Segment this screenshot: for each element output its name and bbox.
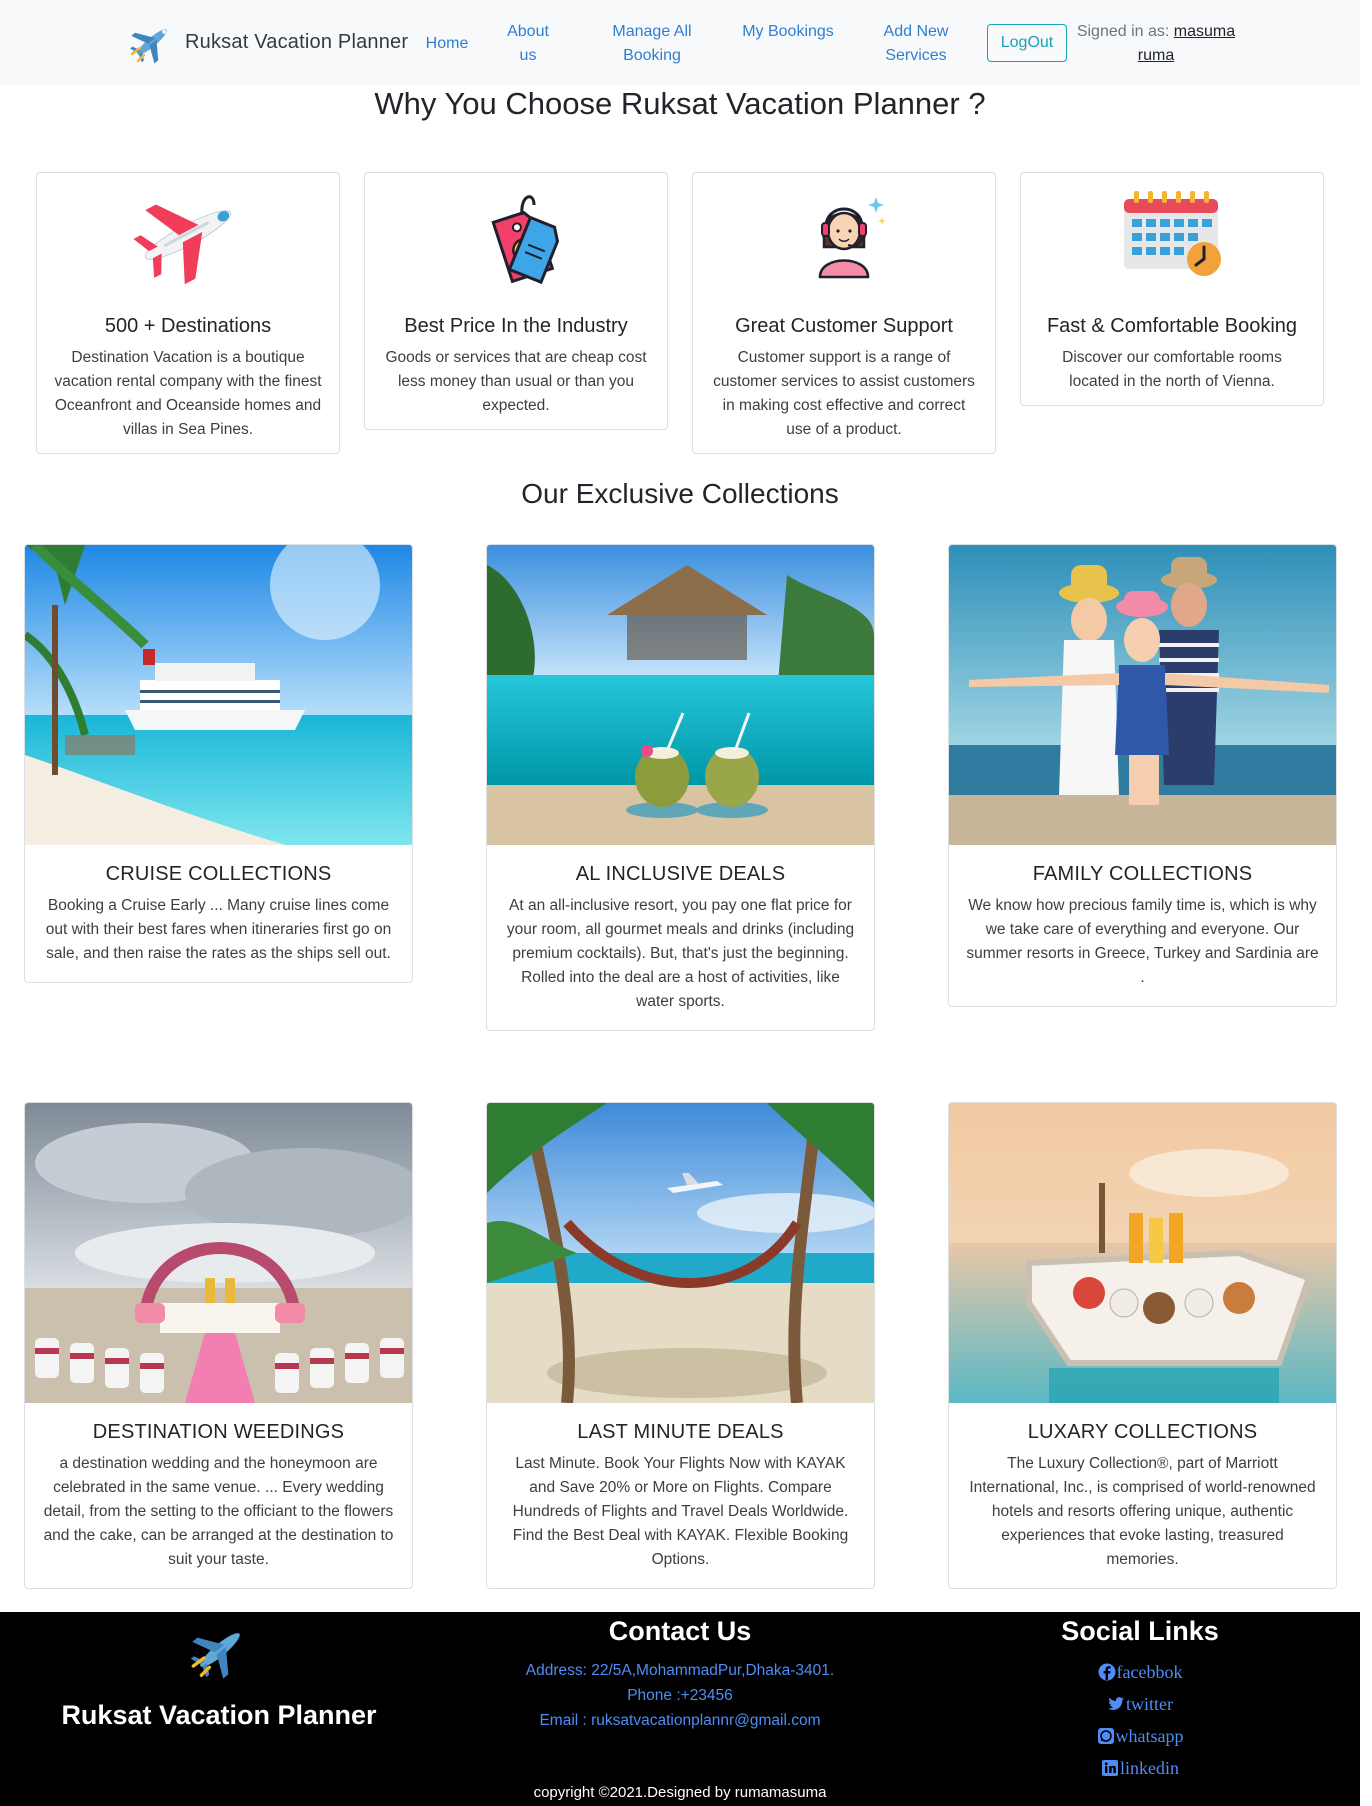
facebook-link[interactable]: facebbok	[940, 1656, 1340, 1688]
collection-card[interactable]: FAMILY COLLECTIONS We know how precious …	[948, 544, 1337, 1007]
feature-text: Customer support is a range of customer …	[713, 349, 975, 438]
feature-card: Fast & Comfortable Booking Discover our …	[1020, 172, 1324, 406]
collection-card[interactable]: LUXARY COLLECTIONS The Luxury Collection…	[948, 1102, 1337, 1589]
nav-my-bookings[interactable]: My Bookings	[740, 20, 836, 44]
customer-support-icon	[818, 197, 886, 279]
logout-button[interactable]: LogOut	[987, 24, 1067, 62]
feature-text: Destination Vacation is a boutique vacat…	[54, 349, 322, 438]
linkedin-icon	[1102, 1760, 1118, 1776]
nav-manage-all-booking[interactable]: Manage All Booking	[600, 20, 704, 68]
price-tag-icon: $	[491, 195, 560, 285]
last-minute-image	[487, 1103, 874, 1403]
calendar-icon	[1124, 191, 1221, 276]
contact-phone: Phone :+23456	[627, 1687, 733, 1704]
airplane-icon	[133, 204, 232, 285]
contact-title: Contact Us	[608, 1616, 752, 1646]
collection-text: We know how precious family time is, whi…	[966, 897, 1319, 986]
collection-card[interactable]: AL INCLUSIVE DEALS At an all-inclusive r…	[486, 544, 875, 1031]
footer: Ruksat Vacation Planner Contact Us Addre…	[0, 1612, 1360, 1806]
all-inclusive-image	[487, 545, 874, 845]
collection-title: DESTINATION WEEDINGS	[92, 1421, 345, 1443]
nav-about[interactable]: About us	[498, 20, 558, 68]
feature-card: 500 + Destinations Destination Vacation …	[36, 172, 340, 454]
social-links: facebbok twitter whatsapp linkedin	[940, 1656, 1340, 1784]
nav-add-new-services[interactable]: Add New Services	[868, 20, 964, 68]
feature-title: Great Customer Support	[735, 315, 953, 337]
feature-card: Great Customer Support Customer support …	[692, 172, 996, 454]
whatsapp-link[interactable]: whatsapp	[940, 1720, 1340, 1752]
contact-info: Address: 22/5A,MohammadPur,Dhaka-3401. P…	[480, 1658, 880, 1733]
twitter-link[interactable]: twitter	[940, 1688, 1340, 1720]
facebook-icon	[1098, 1663, 1116, 1681]
feature-text: Discover our comfortable rooms located i…	[1062, 349, 1282, 390]
collection-text: Last Minute. Book Your Flights Now with …	[512, 1455, 849, 1568]
collection-card[interactable]: CRUISE COLLECTIONS Booking a Cruise Earl…	[24, 544, 413, 983]
collection-text: The Luxury Collection®, part of Marriott…	[969, 1455, 1316, 1568]
collection-text: a destination wedding and the honeymoon …	[43, 1455, 394, 1568]
airplane-logo-icon	[130, 29, 168, 64]
collection-card[interactable]: DESTINATION WEEDINGS a destination weddi…	[24, 1102, 413, 1589]
collection-title: CRUISE COLLECTIONS	[105, 863, 332, 885]
social-title: Social Links	[1061, 1616, 1219, 1646]
copyright: copyright ©2021.Designed by rumamasuma	[533, 1784, 827, 1801]
nav-home[interactable]: Home	[418, 32, 476, 56]
wedding-image	[25, 1103, 412, 1403]
luxury-image	[949, 1103, 1336, 1403]
feature-title: 500 + Destinations	[104, 315, 272, 337]
footer-brand: Ruksat Vacation Planner	[61, 1700, 377, 1730]
linkedin-label: linkedin	[1120, 1758, 1179, 1778]
navbar: Ruksat Vacation Planner Home About us Ma…	[0, 0, 1360, 85]
cruise-image	[25, 545, 412, 845]
feature-card: $ Best Price In the Industry Goods or se…	[364, 172, 668, 430]
twitter-label: twitter	[1126, 1694, 1173, 1714]
why-choose-title: Why You Choose Ruksat Vacation Planner ?	[374, 86, 986, 121]
collection-title: AL INCLUSIVE DEALS	[575, 863, 786, 885]
signed-in-label: Signed in as:	[1076, 23, 1170, 40]
collection-title: FAMILY COLLECTIONS	[1032, 863, 1253, 885]
feature-title: Fast & Comfortable Booking	[1046, 315, 1298, 337]
feature-text: Goods or services that are cheap cost le…	[385, 349, 647, 414]
brand[interactable]: Ruksat Vacation Planner	[128, 18, 408, 66]
contact-address: Address: 22/5A,MohammadPur,Dhaka-3401.	[525, 1662, 835, 1679]
whatsapp-icon	[1097, 1728, 1114, 1744]
brand-name: Ruksat Vacation Planner	[185, 30, 409, 53]
collections-title: Our Exclusive Collections	[521, 478, 839, 509]
linkedin-link[interactable]: linkedin	[940, 1752, 1340, 1784]
collection-card[interactable]: LAST MINUTE DEALS Last Minute. Book Your…	[486, 1102, 875, 1589]
airplane-logo-icon	[190, 1633, 240, 1679]
contact-email[interactable]: Email : ruksatvacationplannr@gmail.com	[480, 1708, 880, 1733]
whatsapp-label: whatsapp	[1115, 1726, 1184, 1746]
feature-title: Best Price In the Industry	[404, 315, 628, 337]
collection-title: LAST MINUTE DEALS	[577, 1421, 784, 1443]
collection-title: LUXARY COLLECTIONS	[1027, 1421, 1258, 1443]
facebook-label: facebbok	[1116, 1662, 1183, 1682]
collection-text: At an all-inclusive resort, you pay one …	[506, 897, 855, 1010]
signed-in-info: Signed in as: masuma ruma	[1076, 20, 1236, 68]
family-image	[949, 545, 1336, 845]
collection-text: Booking a Cruise Early ... Many cruise l…	[45, 897, 392, 962]
twitter-icon	[1108, 1697, 1124, 1710]
